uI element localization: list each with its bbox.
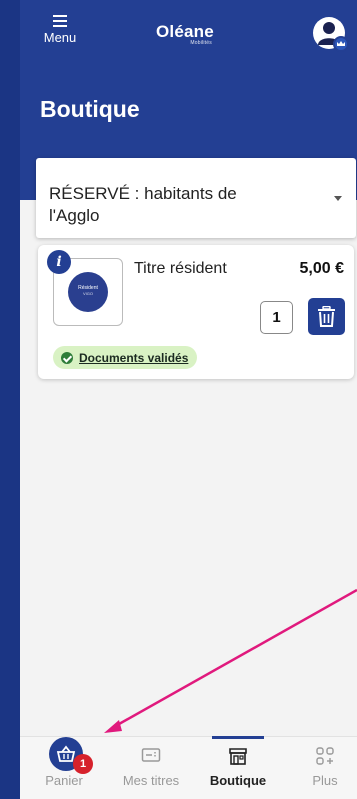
chevron-down-icon [334, 196, 342, 201]
crown-icon [333, 36, 349, 52]
logo-text: Oléane [156, 22, 214, 41]
app-screen: Menu Oléane Mobilités Boutique RÉSERVÉ :… [20, 0, 357, 799]
hamburger-icon [53, 15, 67, 27]
account-avatar-button[interactable] [313, 17, 349, 52]
ticket-icon [141, 746, 161, 769]
check-circle-icon [61, 351, 73, 364]
app-logo: Oléane Mobilités [156, 22, 214, 46]
page-title: Boutique [40, 96, 140, 122]
nav-item-mes-titres[interactable]: Mes titres [111, 737, 191, 799]
trash-icon [318, 306, 335, 327]
product-badge-image: Résident VIGO [68, 272, 108, 312]
menu-button[interactable]: Menu [38, 12, 82, 45]
top-bar: Menu Oléane Mobilités [20, 0, 357, 62]
logo-subtitle: Mobilités [190, 40, 212, 46]
nav-label-mes-titres: Mes titres [122, 773, 180, 788]
documents-status-badge[interactable]: Documents validés [53, 346, 198, 369]
nav-item-boutique[interactable]: Boutique [198, 736, 278, 799]
category-select-value: RÉSERVÉ : habitants de l'Agglo [49, 184, 237, 225]
category-select[interactable]: RÉSERVÉ : habitants de l'Agglo [36, 158, 356, 238]
product-price: 5,00 € [299, 260, 344, 277]
nav-label-panier: Panier [45, 773, 83, 788]
quantity-field[interactable]: 1 [260, 301, 293, 334]
cart-item-card: Résident VIGO i Titre résident 5,00 € 1 … [38, 245, 354, 379]
info-icon[interactable]: i [47, 250, 71, 274]
delete-item-button[interactable] [308, 298, 345, 335]
menu-label: Menu [43, 30, 77, 45]
product-badge-sub: VIGO [82, 291, 93, 296]
store-icon [228, 746, 248, 771]
left-edge [0, 0, 20, 799]
nav-item-panier[interactable]: 1 Panier [24, 737, 104, 799]
product-name: Titre résident [134, 260, 227, 277]
nav-label-plus: Plus [312, 773, 338, 788]
nav-item-plus[interactable]: Plus [285, 737, 357, 799]
grid-plus-icon [315, 746, 335, 771]
documents-status-label: Documents validés [79, 350, 189, 365]
active-tab-indicator [212, 736, 264, 739]
nav-label-boutique: Boutique [209, 773, 267, 788]
cart-count-badge: 1 [73, 754, 93, 774]
bottom-navigation: 1 Panier Mes titres Boutique Plus [20, 736, 357, 799]
